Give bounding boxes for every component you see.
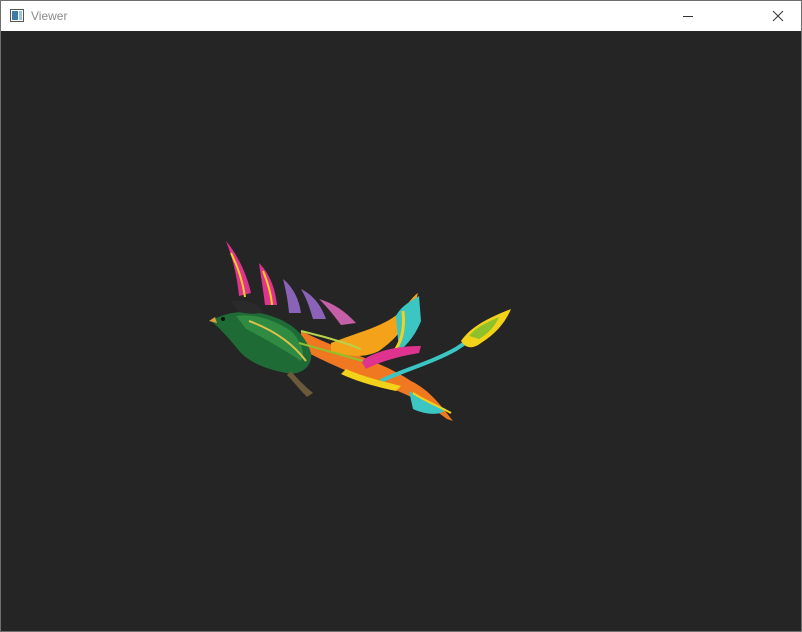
title-bar[interactable]: Viewer xyxy=(1,1,801,31)
viewer-app-icon xyxy=(10,9,24,22)
phoenix-model xyxy=(209,241,511,421)
close-button[interactable] xyxy=(755,1,801,31)
minimize-button[interactable] xyxy=(665,1,711,31)
window-title: Viewer xyxy=(31,9,68,23)
viewer-window: Viewer xyxy=(0,0,802,632)
close-icon xyxy=(772,10,784,22)
minimize-icon xyxy=(683,16,693,17)
3d-viewport[interactable] xyxy=(1,31,801,631)
